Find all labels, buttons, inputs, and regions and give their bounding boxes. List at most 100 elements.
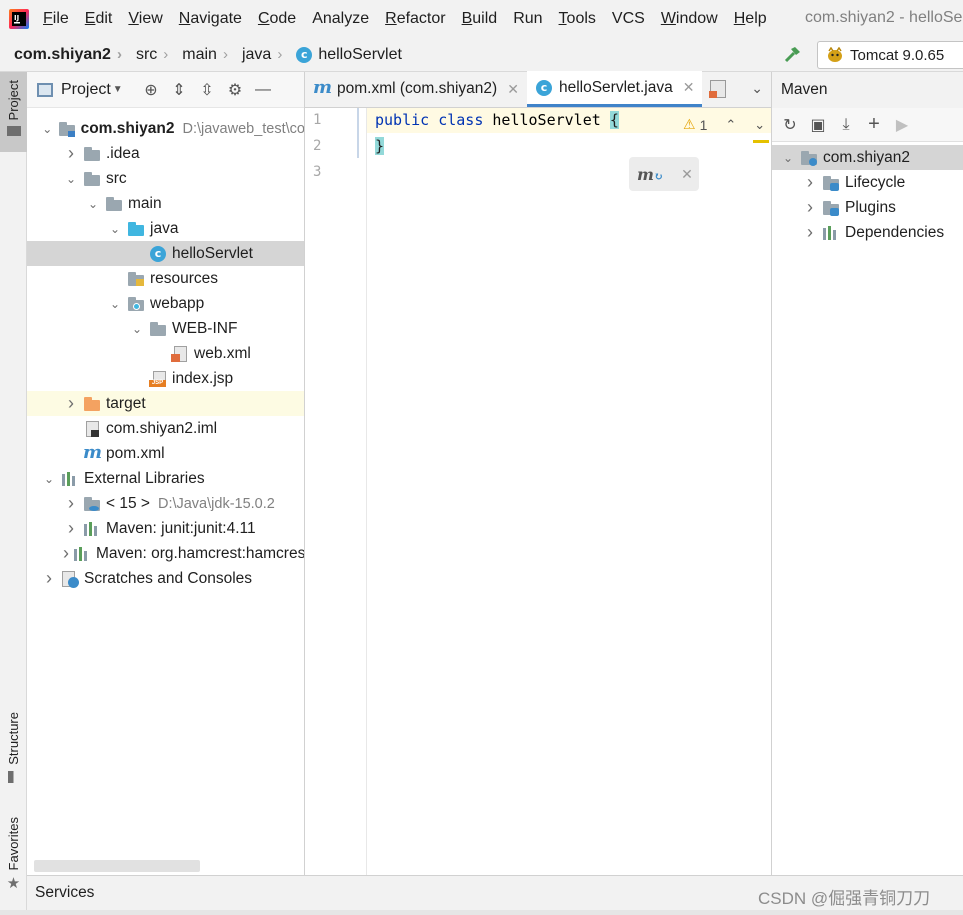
project-tool-tab[interactable]: Project bbox=[0, 72, 27, 152]
tree-item[interactable]: ⌄ com.shiyan2 D:\javaweb_test\co bbox=[27, 116, 304, 141]
menu-item[interactable]: Navigate bbox=[179, 10, 242, 28]
expand-all-icon[interactable]: ⇕ bbox=[165, 76, 193, 104]
menu-item[interactable]: Edit bbox=[85, 10, 113, 28]
chevron-right-icon[interactable]: › bbox=[41, 568, 57, 589]
menu-item[interactable]: View bbox=[128, 10, 162, 28]
previous-highlight-icon[interactable]: ⌃ bbox=[725, 117, 736, 133]
inspection-widget[interactable]: ⚠ 1 ⌃ ⌄ bbox=[683, 116, 765, 133]
tree-item[interactable]: › < 15 > D:\Java\jdk-15.0.2 bbox=[27, 491, 304, 516]
tree-item[interactable]: com.shiyan2.iml bbox=[27, 416, 304, 441]
tree-item[interactable]: › target bbox=[27, 391, 304, 416]
breadcrumb-item[interactable]: c helloServlet bbox=[296, 46, 402, 64]
tree-item[interactable]: › Scratches and Consoles bbox=[27, 566, 304, 591]
next-highlight-icon[interactable]: ⌄ bbox=[754, 117, 765, 133]
breadcrumb-label: helloServlet bbox=[318, 45, 402, 63]
menu-item[interactable]: Window bbox=[661, 10, 718, 28]
run-configuration-selector[interactable]: Tomcat 9.0.65 bbox=[817, 41, 963, 69]
tree-item[interactable]: ⌄ WEB-INF bbox=[27, 316, 304, 341]
maven-tree-item[interactable]: ⌄ com.shiyan2 bbox=[772, 145, 963, 170]
tree-item[interactable]: m pom.xml bbox=[27, 441, 304, 466]
tree-item[interactable]: › .idea bbox=[27, 141, 304, 166]
web-xml-tab-partial[interactable] bbox=[702, 71, 727, 107]
services-tool-tab[interactable]: Services bbox=[35, 884, 94, 902]
structure-tool-tab[interactable]: Structure bbox=[0, 712, 27, 802]
chevron-right-icon[interactable]: › bbox=[63, 543, 69, 564]
maven-tree-item[interactable]: › Dependencies bbox=[772, 220, 963, 245]
close-icon[interactable]: ✕ bbox=[683, 79, 695, 96]
tree-item[interactable]: ⌄ src bbox=[27, 166, 304, 191]
maven-reload-icon[interactable]: m↻ bbox=[637, 165, 663, 184]
tab-list-chevron-icon[interactable]: ⌄ bbox=[751, 80, 763, 97]
chevron-right-icon[interactable]: › bbox=[802, 222, 818, 243]
menu-item[interactable]: VCS bbox=[612, 10, 645, 28]
add-icon[interactable]: + bbox=[860, 111, 888, 139]
menu-item[interactable]: Tools bbox=[559, 10, 596, 28]
chevron-down-icon[interactable]: ⌄ bbox=[780, 151, 796, 165]
tree-item[interactable]: ⌄ main bbox=[27, 191, 304, 216]
chevron-right-icon[interactable]: › bbox=[63, 143, 79, 164]
chevron-right-icon[interactable]: › bbox=[802, 172, 818, 193]
menu-item-label: Run bbox=[513, 10, 543, 27]
generate-sources-icon[interactable]: ▣ bbox=[804, 111, 832, 139]
hide-panel-icon[interactable]: — bbox=[249, 76, 277, 104]
favorites-tool-tab[interactable]: Favorites ★ bbox=[0, 817, 27, 907]
code-line: public class helloServlet { bbox=[375, 111, 619, 129]
tree-item-label: index.jsp bbox=[172, 369, 234, 387]
horizontal-scrollbar[interactable] bbox=[34, 860, 200, 872]
chevron-right-icon[interactable]: › bbox=[63, 393, 79, 414]
editor-tab[interactable]: m pom.xml (com.shiyan2) ✕ bbox=[305, 71, 527, 107]
editor-tab[interactable]: c helloServlet.java ✕ bbox=[526, 71, 703, 107]
tree-item[interactable]: ⌄ java bbox=[27, 216, 304, 241]
menu-item[interactable]: Help bbox=[734, 10, 767, 28]
breadcrumb-item[interactable]: java › bbox=[242, 46, 282, 64]
tree-item[interactable]: ⌄ External Libraries bbox=[27, 466, 304, 491]
menu-item[interactable]: Run bbox=[513, 10, 542, 28]
run-icon[interactable]: ▶ bbox=[888, 111, 916, 139]
tree-item[interactable]: ⌄ webapp bbox=[27, 291, 304, 316]
tree-item[interactable]: › Maven: junit:junit:4.11 bbox=[27, 516, 304, 541]
tree-item-label: Maven: org.hamcrest:hamcrest bbox=[96, 544, 305, 562]
maven-icon: m bbox=[313, 77, 333, 98]
breadcrumb-label: src bbox=[135, 45, 158, 63]
tree-item[interactable]: c helloServlet bbox=[27, 241, 304, 266]
gear-icon[interactable]: ⚙ bbox=[221, 76, 249, 104]
menu-item[interactable]: Refactor bbox=[385, 10, 445, 28]
warning-count: 1 bbox=[699, 116, 708, 133]
tree-item[interactable]: › Maven: org.hamcrest:hamcrest bbox=[27, 541, 305, 566]
navigation-bar: com.shiyan2 › src › main › java › c helloServlet … bbox=[0, 38, 963, 72]
breadcrumb-item[interactable]: com.shiyan2 › bbox=[14, 46, 122, 64]
chevron-right-icon[interactable]: › bbox=[63, 493, 79, 514]
close-icon[interactable]: ✕ bbox=[507, 81, 519, 98]
tree-item[interactable]: JSP index.jsp bbox=[27, 366, 304, 391]
menu-item[interactable]: Build bbox=[462, 10, 498, 28]
svg-text:IJ: IJ bbox=[14, 14, 19, 22]
menu-item[interactable]: Code bbox=[258, 10, 296, 28]
tree-item[interactable]: resources bbox=[27, 266, 304, 291]
project-view-selector[interactable]: Project ▼ bbox=[37, 81, 137, 99]
chevron-down-icon[interactable]: ⌄ bbox=[85, 197, 101, 211]
java-class-icon: c bbox=[535, 79, 553, 96]
intellij-logo-icon[interactable]: IJ bbox=[9, 9, 29, 29]
download-icon[interactable]: ⤓ bbox=[832, 111, 860, 139]
chevron-down-icon[interactable]: ⌄ bbox=[107, 222, 123, 236]
tree-item[interactable]: web.xml bbox=[27, 341, 304, 366]
locate-target-icon[interactable]: ⊕ bbox=[137, 76, 165, 104]
chevron-right-icon[interactable]: › bbox=[802, 197, 818, 218]
chevron-down-icon[interactable]: ⌄ bbox=[41, 122, 54, 136]
menu-item[interactable]: File bbox=[43, 10, 69, 28]
menu-item[interactable]: Analyze bbox=[312, 10, 369, 28]
collapse-all-icon[interactable]: ⇳ bbox=[193, 76, 221, 104]
maven-tree-item[interactable]: › Lifecycle bbox=[772, 170, 963, 195]
chevron-down-icon[interactable]: ⌄ bbox=[41, 472, 57, 486]
breadcrumb-item[interactable]: main › bbox=[182, 46, 228, 64]
chevron-down-icon[interactable]: ⌄ bbox=[63, 172, 79, 186]
chevron-right-icon[interactable]: › bbox=[63, 518, 79, 539]
warning-stripe-marker[interactable] bbox=[753, 140, 769, 143]
close-icon[interactable]: ✕ bbox=[681, 166, 693, 183]
maven-tree-item[interactable]: › Plugins bbox=[772, 195, 963, 220]
chevron-down-icon[interactable]: ⌄ bbox=[107, 297, 123, 311]
breadcrumb-item[interactable]: src › bbox=[136, 46, 168, 64]
reload-icon[interactable]: ↻ bbox=[776, 111, 804, 139]
chevron-down-icon[interactable]: ⌄ bbox=[129, 322, 145, 336]
build-hammer-icon[interactable] bbox=[784, 46, 802, 68]
